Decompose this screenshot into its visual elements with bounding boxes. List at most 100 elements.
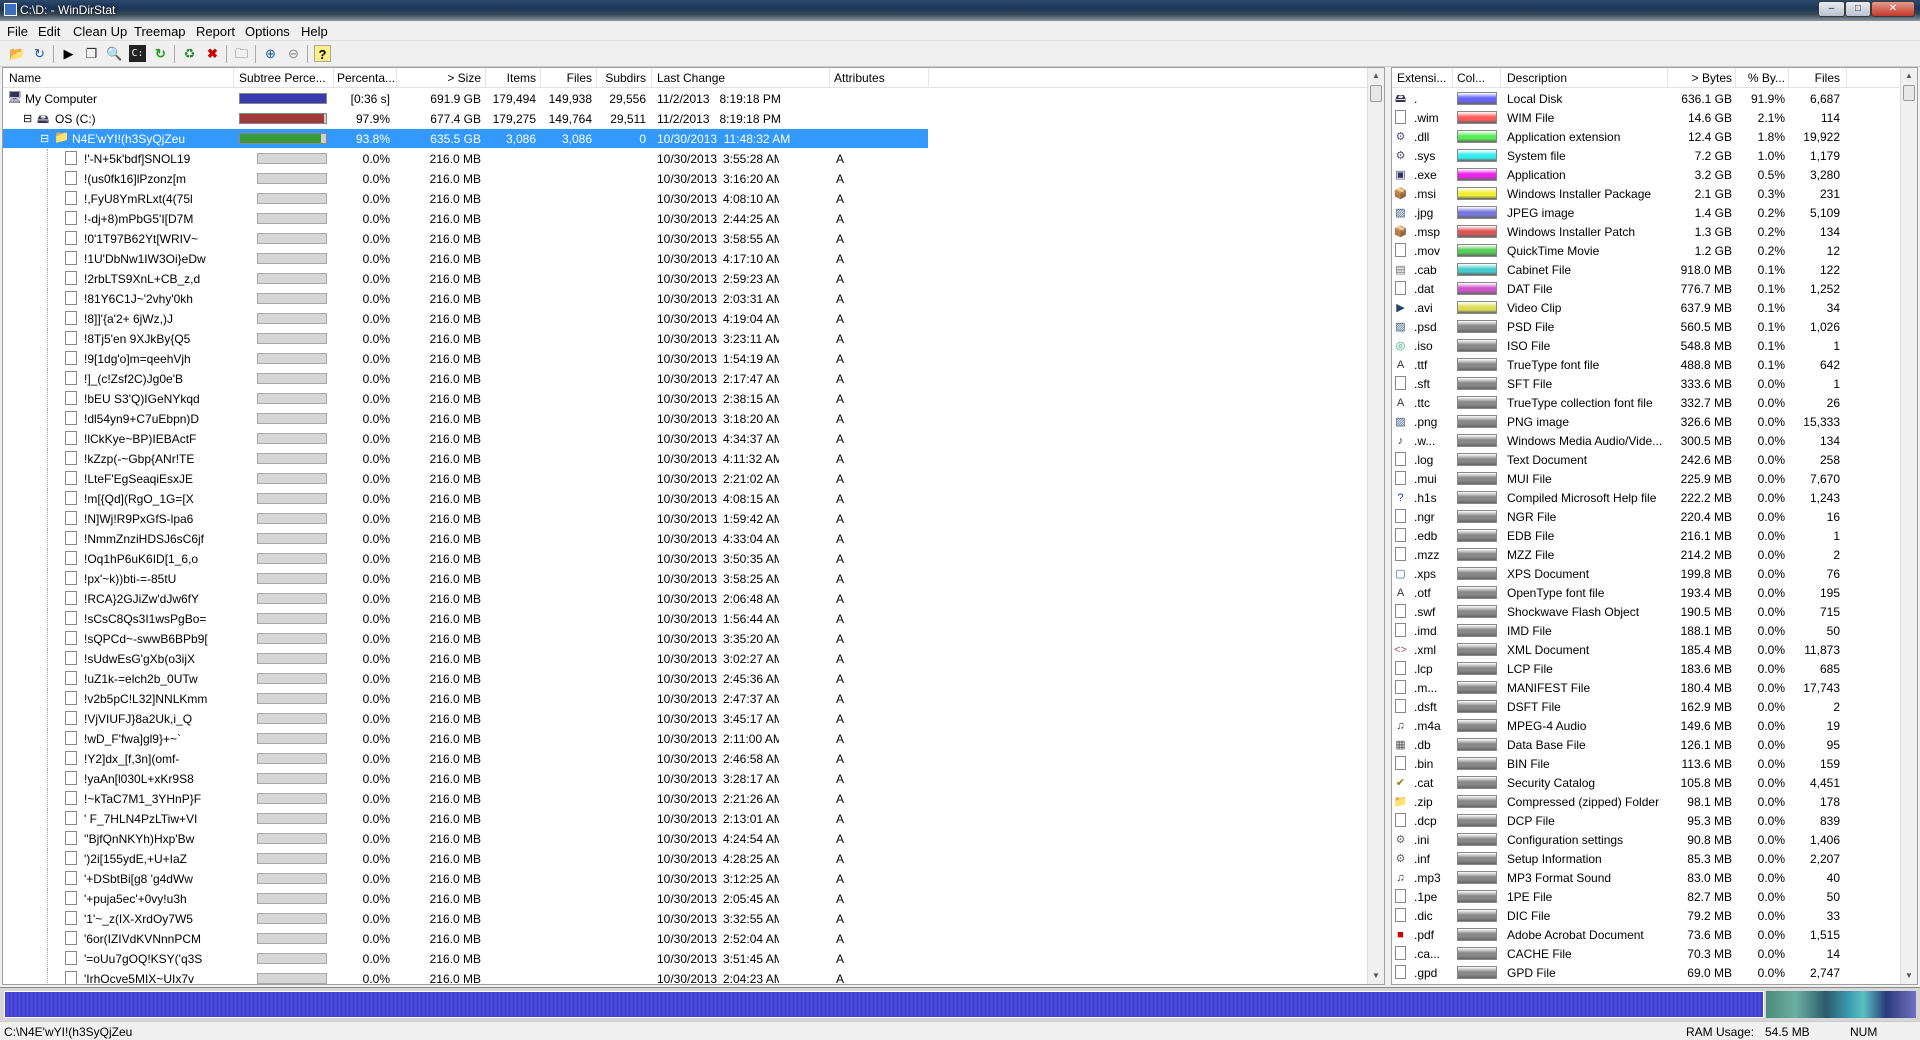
delete-icon[interactable]: ✖ [204,45,221,62]
directory-scrollbar[interactable]: ▲ ▼ [1367,68,1384,984]
play-icon[interactable]: ▶ [60,45,77,62]
file-row[interactable]: !]_(c!Zsf2C)Jg0e'B 0.0% 216.0 MB 10/30/2013… [3,369,1384,389]
extension-row[interactable]: .sft SFT File 333.6 MB 0.0% 1 [1392,374,1917,393]
file-row[interactable]: ' F_7HLN4PzLTiw+VI 0.0% 216.0 MB 10/30/2013… [3,809,1384,829]
extension-row[interactable]: .mui MUI File 225.9 MB 0.0% 7,670 [1392,469,1917,488]
extension-row[interactable]: .lcp LCP File 183.6 MB 0.0% 685 [1392,659,1917,678]
directory-list[interactable]: Name Subtree Perce... Percenta... > Size… [2,67,1385,985]
file-row[interactable]: !81Y6C1J~'2vhy'0kh 0.0% 216.0 MB 10/30/2013… [3,289,1384,309]
open-icon[interactable]: 📂 [9,45,26,62]
extension-row[interactable]: ⚙ .inf Setup Information 85.3 MB 0.0% 2,207 [1392,849,1917,868]
col-name[interactable]: Name [9,71,229,85]
extension-row[interactable]: .ca... CACHE File 70.3 MB 0.0% 14 [1392,944,1917,963]
maximize-button[interactable]: □ [1845,1,1871,17]
extension-row[interactable]: A .otf OpenType font file 193.4 MB 0.0% 195 [1392,583,1917,602]
menu-report[interactable]: Report [196,24,235,39]
scroll-up-arrow-icon[interactable]: ▲ [1901,68,1917,84]
extension-row[interactable]: 📁 .zip Compressed (zipped) Folder 98.1 MB 0.… [1392,792,1917,811]
extension-row[interactable]: ▢ .xps XPS Document 199.8 MB 0.0% 76 [1392,564,1917,583]
scroll-down-arrow-icon[interactable]: ▼ [1901,968,1917,984]
command-prompt-icon[interactable]: C: [129,45,146,62]
file-row[interactable]: '1'~_z(IX-XrdOy7W5 0.0% 216.0 MB 10/30/2013… [3,909,1384,929]
file-row[interactable]: !v2b5pC!L32]NNLKmm 0.0% 216.0 MB 10/30/2013… [3,689,1384,709]
file-row[interactable]: '+DSbtBi[g8 'g4dWw 0.0% 216.0 MB 10/30/2013… [3,869,1384,889]
extension-row[interactable]: .log Text Document 242.6 MB 0.0% 258 [1392,450,1917,469]
extension-row[interactable]: ♫ .mp3 MP3 Format Sound 83.0 MB 0.0% 40 [1392,868,1917,887]
extension-row[interactable]: .mzz MZZ File 214.2 MB 0.0% 2 [1392,545,1917,564]
menu-file[interactable]: File [7,24,28,39]
file-row[interactable]: !kZzp(-~Gbp{ANr!TE 0.0% 216.0 MB 10/30/2013… [3,449,1384,469]
extension-row[interactable]: ⚙ .sys System file 7.2 GB 1.0% 1,179 [1392,146,1917,165]
col-size[interactable]: > Size [399,71,481,85]
file-row[interactable]: !Y2]dx_[f,3n](omf- 0.0% 216.0 MB 10/30/2013… [3,749,1384,769]
extension-row[interactable]: .wim WIM File 14.6 GB 2.1% 114 [1392,108,1917,127]
tree-row-folder[interactable]: ⊟ 📁 N4E'wYI!(h3SyQjZeu 93.8% 635.5 GB 3,086 3,… [3,129,928,148]
file-row[interactable]: !RCA}2GJiZw'dJw6fY 0.0% 216.0 MB 10/30/2013… [3,589,1384,609]
extension-row[interactable]: ▣ .exe Application 3.2 GB 0.5% 3,280 [1392,165,1917,184]
tree-row-my-computer[interactable]: 🖥 My Computer [0:36 s] 691.9 GB 179,494 149,9… [3,89,1384,108]
menu-treemap[interactable]: Treemap [134,24,186,39]
explorer-here-icon[interactable]: 🔍 [106,45,123,62]
extension-row[interactable]: ? .h1s Compiled Microsoft Help file 222.2 M… [1392,488,1917,507]
expand-toggle-icon[interactable]: ⊟ [23,112,32,125]
col-attributes[interactable]: Attributes [834,71,929,85]
file-row[interactable]: !bEU S3'Q)IGeNYkqd 0.0% 216.0 MB 10/30/2013… [3,389,1384,409]
extension-row[interactable]: ▶ .avi Video Clip 637.9 MB 0.1% 34 [1392,298,1917,317]
extension-row[interactable]: 🖴. Local Disk 636.1 GB 91.9% 6,687 [1392,89,1917,108]
extension-row[interactable]: ▨ .jpg JPEG image 1.4 GB 0.2% 5,109 [1392,203,1917,222]
extension-row[interactable]: .dsft DSFT File 162.9 MB 0.0% 2 [1392,697,1917,716]
extension-row[interactable]: .imd IMD File 188.1 MB 0.0% 50 [1392,621,1917,640]
col-bytes[interactable]: > Bytes [1670,71,1732,85]
extension-row[interactable]: ✔ .cat Security Catalog 105.8 MB 0.0% 4,451 [1392,773,1917,792]
refresh-icon[interactable]: ↻ [152,45,169,62]
file-row[interactable]: !8]]'{a'2+ 6jWz,)J 0.0% 216.0 MB 10/30/2013… [3,309,1384,329]
scroll-thumb[interactable] [1370,85,1382,102]
file-row[interactable]: !wD_F'fwa]gl9}+~` 0.0% 216.0 MB 10/30/2013 2… [3,729,1384,749]
file-row[interactable]: !px'~k))bti-=-85tU 0.0% 216.0 MB 10/30/2013… [3,569,1384,589]
extension-row[interactable]: ⚙ .ini Configuration settings 90.8 MB 0.0% 1,… [1392,830,1917,849]
col-last-change[interactable]: Last Change [657,71,827,85]
col-percent-bytes[interactable]: % By... [1737,71,1785,85]
scroll-up-arrow-icon[interactable]: ▲ [1368,68,1384,84]
file-row[interactable]: !,FyU8YmRLxt(4(75l 0.0% 216.0 MB 10/30/2013… [3,189,1384,209]
file-row[interactable]: !yaAn[l030L+xKr9S8 0.0% 216.0 MB 10/30/2013… [3,769,1384,789]
tree-row-drive[interactable]: ⊟ 🖴 OS (C:) 97.9% 677.4 GB 179,275 149,764 29,5… [3,109,1384,128]
file-row[interactable]: !0'1T97B62Yt[WRIV~ 0.0% 216.0 MB 10/30/2013… [3,229,1384,249]
zoom-in-icon[interactable]: ⊕ [262,45,279,62]
file-row[interactable]: !8Tj5'en 9XJkBy{Q5 0.0% 216.0 MB 10/30/2013… [3,329,1384,349]
treemap-other-blocks[interactable] [1766,991,1916,1018]
extension-row[interactable]: <> .xml XML Document 185.4 MB 0.0% 11,873 [1392,640,1917,659]
file-row[interactable]: !sCsC8Qs3I1wsPgBo= 0.0% 216.0 MB 10/30/2013… [3,609,1384,629]
extension-row[interactable]: .swf Shockwave Flash Object 190.5 MB 0.0% 71… [1392,602,1917,621]
extension-scrollbar[interactable]: ▲ ▼ [1900,68,1917,984]
close-button[interactable]: ✕ [1871,1,1915,17]
extension-row[interactable]: 📦 .msp Windows Installer Patch 1.3 GB 0.2% 13… [1392,222,1917,241]
col-files-count[interactable]: Files [1790,71,1840,85]
file-row[interactable]: ''BjfQnNKYh)Hxp'Bw 0.0% 216.0 MB 10/30/2013… [3,829,1384,849]
file-row[interactable]: '6or(IZIVdKVNnnPCM 0.0% 216.0 MB 10/30/2013… [3,929,1384,949]
refresh-all-icon[interactable]: ↻ [31,45,48,62]
extension-row[interactable]: .dcp DCP File 95.3 MB 0.0% 839 [1392,811,1917,830]
extension-row[interactable]: .edb EDB File 216.1 MB 0.0% 1 [1392,526,1917,545]
col-subdirs[interactable]: Subdirs [599,71,646,85]
file-row[interactable]: !1U'DbNw1IW3Oi}eDw 0.0% 216.0 MB 10/30/2013… [3,249,1384,269]
file-row[interactable]: !~kTaC7M1_3YHnP}F 0.0% 216.0 MB 10/30/2013 2… [3,789,1384,809]
extension-row[interactable]: ⚙ .dll Application extension 12.4 GB 1.8% 19,… [1392,127,1917,146]
file-row[interactable]: !NmmZnziHDSJ6sC6jf 0.0% 216.0 MB 10/30/2013… [3,529,1384,549]
treemap[interactable] [0,987,1920,1021]
zoom-out-icon[interactable]: ⊖ [285,45,302,62]
file-row[interactable]: !'-N+5k'bdf]SNOL19 0.0% 216.0 MB 10/30/2013… [3,149,1384,169]
file-row[interactable]: !LteF'EgSeaqiEsxJE 0.0% 216.0 MB 10/30/2013… [3,469,1384,489]
extension-row[interactable]: .ngr NGR File 220.4 MB 0.0% 16 [1392,507,1917,526]
extension-row[interactable]: .mov QuickTime Movie 1.2 GB 0.2% 12 [1392,241,1917,260]
extension-row[interactable]: ▦ .db Data Base File 126.1 MB 0.0% 95 [1392,735,1917,754]
extension-row[interactable]: 📦 .msi Windows Installer Package 2.1 GB 0.3%… [1392,184,1917,203]
extension-row[interactable]: ▤ .cab Cabinet File 918.0 MB 0.1% 122 [1392,260,1917,279]
extension-row[interactable]: ▨ .psd PSD File 560.5 MB 0.1% 1,026 [1392,317,1917,336]
file-row[interactable]: !sQPCd~-swwB6BPb9[0.0% 216.0 MB 10/30/2013… [3,629,1384,649]
file-row[interactable]: !m[{Qd](RgO_1G=[X 0.0% 216.0 MB 10/30/2013 4… [3,489,1384,509]
extension-row[interactable]: .bin BIN File 113.6 MB 0.0% 159 [1392,754,1917,773]
file-row[interactable]: !uZ1k-=elch2b_0UTw 0.0% 216.0 MB 10/30/2013… [3,669,1384,689]
file-row[interactable]: !Oq1hP6uK6ID[1_6,o 0.0% 216.0 MB 10/30/2013… [3,549,1384,569]
extension-row[interactable]: A .ttf TrueType font file 488.8 MB 0.1% 642 [1392,355,1917,374]
